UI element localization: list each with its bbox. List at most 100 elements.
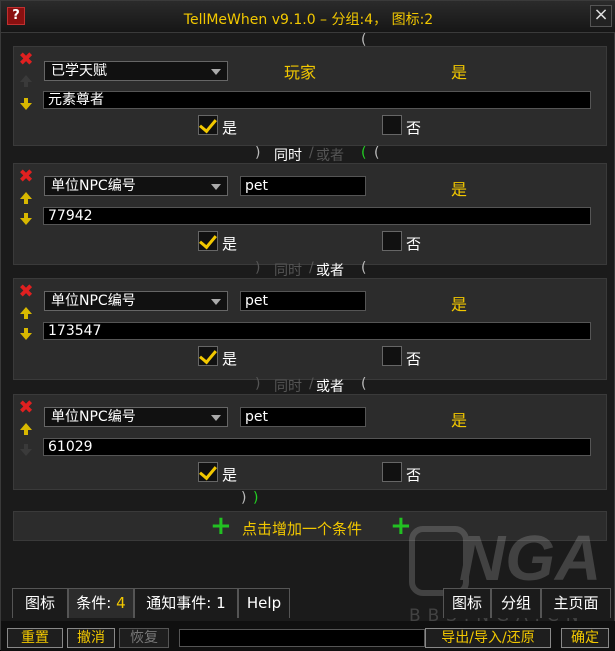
npc-id-input[interactable]: 77942 — [43, 207, 591, 225]
npc-id-input[interactable]: 173547 — [43, 322, 591, 340]
and-operator[interactable]: 同时 — [274, 145, 302, 165]
ok-button[interactable]: 确定 — [561, 628, 609, 648]
chevron-down-icon — [211, 184, 221, 190]
value-label: 是 — [451, 411, 468, 430]
or-operator[interactable]: 或者 — [316, 145, 344, 165]
tab-count: 4 — [116, 594, 126, 612]
operator-separator: / — [309, 145, 314, 161]
redo-button: 恢复 — [119, 628, 169, 648]
condition-panel-4: ✖ 单位NPC编号 pet 是 61029 是 否 — [13, 394, 607, 490]
logic-connector-2: ) 同时 / 或者 ( — [1, 260, 615, 280]
open-paren-2[interactable]: ( — [374, 145, 379, 161]
tab-icon[interactable]: 图标 — [12, 588, 68, 618]
move-up-arrow-icon — [19, 74, 33, 88]
yes-label: 是 — [222, 235, 238, 253]
title-bar[interactable]: ? TellMeWhen v9.1.0 – 分组:4， 图标:2 × — [1, 1, 615, 33]
yes-checkbox[interactable] — [198, 231, 218, 251]
tellmewhen-window: ? TellMeWhen v9.1.0 – 分组:4， 图标:2 × ( ✖ 已… — [0, 0, 615, 651]
close-paren[interactable]: ) — [255, 145, 260, 161]
chevron-down-icon — [211, 415, 221, 421]
tab-main-page[interactable]: 主页面 — [541, 588, 611, 618]
unit-label: 玩家 — [284, 63, 317, 82]
undo-button[interactable]: 撤消 — [67, 628, 115, 648]
status-field — [179, 629, 425, 647]
operator-separator: / — [309, 260, 314, 276]
and-operator[interactable]: 同时 — [274, 376, 302, 396]
tab-notifications[interactable]: 通知事件: 1 — [134, 588, 238, 618]
no-checkbox[interactable] — [382, 231, 402, 251]
plus-icon: + — [210, 511, 232, 541]
add-condition-button[interactable]: + 点击增加一个条件 + — [13, 511, 607, 541]
tab-group[interactable]: 分组 — [491, 588, 541, 618]
unit-input[interactable]: pet — [240, 291, 366, 311]
move-down-arrow-icon[interactable] — [19, 212, 33, 226]
close-paren[interactable]: ) — [255, 260, 260, 276]
condition-panel-3: ✖ 单位NPC编号 pet 是 173547 是 否 — [13, 278, 607, 380]
move-up-arrow-icon[interactable] — [19, 191, 33, 205]
close-paren[interactable]: ) — [241, 490, 246, 506]
close-paren-2[interactable]: ) — [253, 490, 258, 506]
delete-condition-icon[interactable]: ✖ — [18, 399, 34, 417]
yes-label: 是 — [222, 119, 238, 137]
or-operator[interactable]: 或者 — [316, 376, 344, 396]
tab-label: Help — [246, 594, 282, 612]
yes-checkbox[interactable] — [198, 115, 218, 135]
condition-name-input[interactable]: 元素尊者 — [43, 91, 591, 109]
delete-condition-icon[interactable]: ✖ — [18, 51, 34, 69]
open-paren[interactable]: ( — [361, 376, 366, 392]
logic-connector-1: ) 同时 / 或者 ( ( — [1, 145, 615, 165]
move-down-arrow-icon[interactable] — [19, 327, 33, 341]
condition-type-dropdown[interactable]: 单位NPC编号 — [44, 407, 228, 427]
no-label: 否 — [406, 350, 422, 368]
dropdown-value: 已学天赋 — [51, 63, 107, 79]
tab-label: 图标 — [24, 594, 55, 612]
no-label: 否 — [406, 119, 422, 137]
reset-button[interactable]: 重置 — [7, 628, 63, 648]
chevron-down-icon — [211, 299, 221, 305]
export-import-restore-button[interactable]: 导出/导入/还原 — [425, 628, 551, 648]
no-label: 否 — [406, 466, 422, 484]
condition-panel-2: ✖ 单位NPC编号 pet 是 77942 是 否 — [13, 163, 607, 265]
delete-condition-icon[interactable]: ✖ — [18, 283, 34, 301]
no-label: 否 — [406, 235, 422, 253]
move-up-arrow-icon[interactable] — [19, 306, 33, 320]
no-checkbox[interactable] — [382, 115, 402, 135]
unit-input[interactable]: pet — [240, 176, 366, 196]
close-paren[interactable]: ) — [255, 376, 260, 392]
move-down-arrow-icon — [19, 443, 33, 457]
tab-conditions[interactable]: 条件: 4 — [68, 588, 134, 618]
condition-type-dropdown[interactable]: 单位NPC编号 — [44, 176, 228, 196]
condition-panel-1: ✖ 已学天赋 玩家 是 元素尊者 是 否 — [13, 46, 607, 146]
yes-label: 是 — [222, 350, 238, 368]
chevron-down-icon — [211, 69, 221, 75]
condition-type-dropdown[interactable]: 已学天赋 — [44, 61, 228, 81]
tab-icon-right[interactable]: 图标 — [443, 588, 491, 618]
plus-icon: + — [390, 511, 412, 541]
or-operator[interactable]: 或者 — [316, 260, 344, 280]
move-up-arrow-icon[interactable] — [19, 422, 33, 436]
no-checkbox[interactable] — [382, 462, 402, 482]
tab-label: 图标 — [451, 594, 482, 612]
tab-label: 条件: — [76, 594, 112, 612]
condition-type-dropdown[interactable]: 单位NPC编号 — [44, 291, 228, 311]
tab-label: 分组 — [500, 594, 531, 612]
open-paren[interactable]: ( — [361, 145, 366, 161]
no-checkbox[interactable] — [382, 346, 402, 366]
value-label: 是 — [451, 63, 468, 82]
value-label: 是 — [451, 180, 468, 199]
close-icon[interactable]: × — [590, 5, 612, 27]
window-title: TellMeWhen v9.1.0 – 分组:4， 图标:2 — [183, 12, 434, 28]
and-operator[interactable]: 同时 — [274, 260, 302, 280]
move-down-arrow-icon[interactable] — [19, 97, 33, 111]
bottom-toolbar: 重置 撤消 恢复 导出/导入/还原 确定 — [1, 621, 615, 651]
yes-checkbox[interactable] — [198, 462, 218, 482]
npc-id-input[interactable]: 61029 — [43, 438, 591, 456]
unit-input[interactable]: pet — [240, 407, 366, 427]
open-paren[interactable]: ( — [361, 260, 366, 276]
yes-checkbox[interactable] — [198, 346, 218, 366]
yes-label: 是 — [222, 466, 238, 484]
dropdown-value: 单位NPC编号 — [51, 409, 136, 425]
tab-help[interactable]: Help — [238, 588, 290, 618]
tab-bar: 图标 条件: 4 通知事件: 1 Help 图标 分组 主页面 — [1, 588, 615, 618]
delete-condition-icon[interactable]: ✖ — [18, 168, 34, 186]
